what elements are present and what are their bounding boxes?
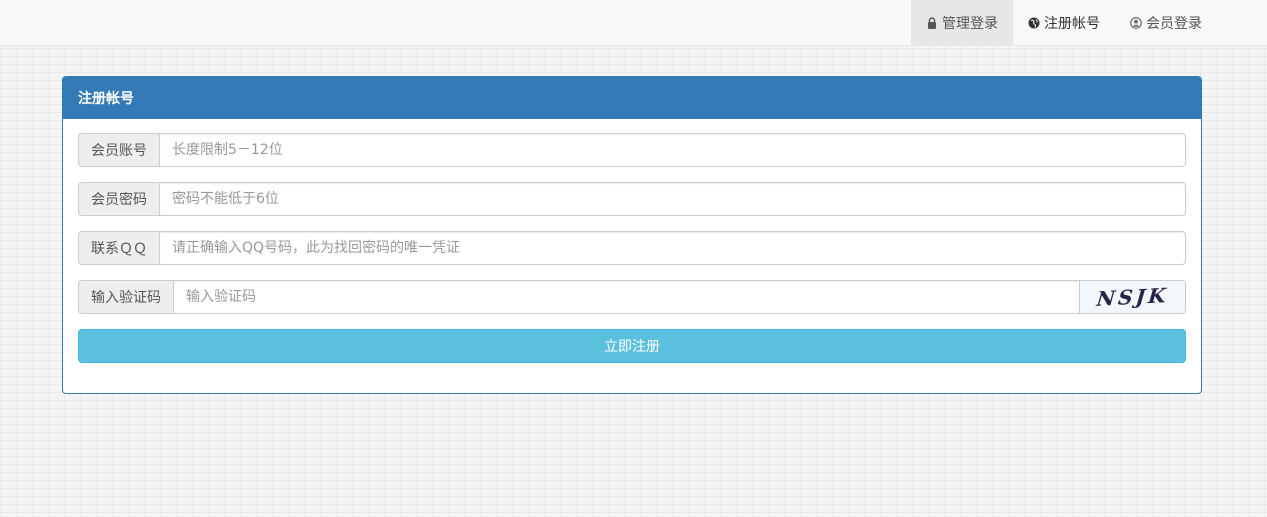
nav-member-login-label: 会员登录 bbox=[1146, 16, 1202, 32]
qq-label: 联系ＱＱ bbox=[78, 231, 159, 265]
captcha-label: 输入验证码 bbox=[78, 280, 173, 314]
globe-icon bbox=[1028, 17, 1040, 29]
nav-member-login[interactable]: 会员登录 bbox=[1115, 0, 1217, 46]
captcha-group: 输入验证码 NSJK bbox=[78, 280, 1186, 314]
top-navbar: 管理登录 注册帐号 会员登录 bbox=[0, 0, 1267, 46]
qq-input[interactable] bbox=[159, 231, 1186, 265]
lock-icon bbox=[926, 17, 938, 29]
account-label: 会员账号 bbox=[78, 133, 159, 167]
account-group: 会员账号 bbox=[78, 133, 1186, 167]
register-submit-button[interactable]: 立即注册 bbox=[78, 329, 1186, 363]
captcha-image-text: NSJK bbox=[1095, 283, 1170, 311]
nav-menu: 管理登录 注册帐号 会员登录 bbox=[911, 0, 1217, 46]
panel-title: 注册帐号 bbox=[63, 77, 1201, 119]
password-label: 会员密码 bbox=[78, 182, 159, 216]
nav-register-label: 注册帐号 bbox=[1044, 16, 1100, 32]
account-input[interactable] bbox=[159, 133, 1186, 167]
password-input[interactable] bbox=[159, 182, 1186, 216]
password-group: 会员密码 bbox=[78, 182, 1186, 216]
nav-admin-login-label: 管理登录 bbox=[942, 16, 998, 32]
nav-register[interactable]: 注册帐号 bbox=[1013, 0, 1115, 46]
register-panel: 注册帐号 会员账号 会员密码 联系ＱＱ 输入验证码 NSJK 立即注册 bbox=[62, 76, 1202, 394]
register-form: 会员账号 会员密码 联系ＱＱ 输入验证码 NSJK 立即注册 bbox=[78, 133, 1186, 363]
nav-admin-login[interactable]: 管理登录 bbox=[911, 0, 1013, 46]
qq-group: 联系ＱＱ bbox=[78, 231, 1186, 265]
captcha-image[interactable]: NSJK bbox=[1080, 280, 1186, 314]
captcha-input[interactable] bbox=[173, 280, 1080, 314]
user-circle-icon bbox=[1130, 17, 1142, 29]
